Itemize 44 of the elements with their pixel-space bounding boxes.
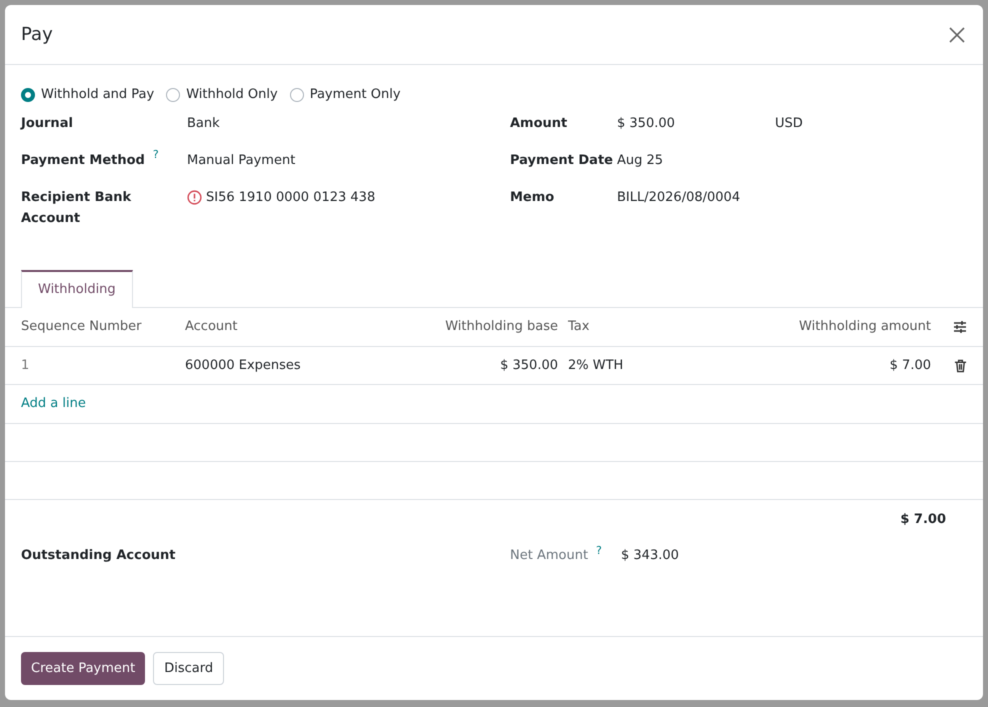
table-cell-text: $ 350.00 [499, 356, 559, 375]
field-value[interactable]: Manual Payment [187, 150, 296, 170]
column-header[interactable]: Withholding base [428, 317, 568, 337]
tab[interactable]: Withholding [21, 270, 133, 308]
radio-label: Payment Only [310, 86, 401, 104]
table-cell-text: $ 7.00 [888, 356, 932, 375]
field-label: Net Amount [510, 547, 588, 565]
radio-label: Withhold and Pay [41, 86, 154, 104]
radio-button[interactable] [166, 88, 180, 102]
field-value[interactable]: $ 350.00 [617, 112, 775, 134]
column-header[interactable]: Sequence Number [21, 317, 185, 337]
settings-icon[interactable] [953, 320, 967, 334]
table-cell-text: 2% WTH [568, 356, 624, 375]
column-header[interactable]: Withholding amount [688, 317, 941, 337]
radio-button[interactable] [21, 88, 35, 102]
field-label: Amount [510, 114, 568, 132]
field-value: $ 343.00 [621, 547, 679, 565]
close-icon[interactable] [947, 24, 967, 44]
field-value[interactable]: BILL/2026/08/0004 [617, 186, 775, 208]
field-label: Payment Date [510, 152, 614, 170]
help-mark[interactable]: ? [152, 148, 159, 160]
field-label: Recipient Bank Account [21, 188, 132, 228]
field-value[interactable]: SI56 1910 0000 0123 438 [206, 186, 376, 208]
column-header[interactable]: Account [185, 317, 428, 337]
trash-icon[interactable] [954, 358, 967, 372]
warning-icon [187, 190, 202, 204]
table-cell-text: 1 [21, 356, 30, 375]
column-header[interactable]: Tax [568, 317, 688, 337]
field-label: Outstanding Account [21, 547, 176, 565]
total-amount: $ 7.00 [900, 511, 946, 529]
help-mark[interactable]: ? [596, 544, 602, 557]
discard-button[interactable]: Discard [153, 652, 224, 685]
currency-value[interactable]: USD [775, 112, 803, 134]
create-payment-button[interactable]: Create Payment [21, 652, 146, 685]
dialog-title: Pay [21, 23, 53, 47]
field-label: Memo [510, 188, 556, 206]
field-label: Journal [21, 114, 73, 132]
field-value[interactable]: Bank [187, 112, 220, 134]
radio-button[interactable] [290, 88, 304, 102]
field-label: Payment Method [21, 152, 145, 170]
add-line-link[interactable]: Add a line [21, 394, 86, 414]
radio-label: Withhold Only [186, 86, 278, 104]
field-value[interactable]: Aug 25 [617, 150, 775, 170]
table-cell-text: 600000 Expenses [185, 356, 302, 375]
